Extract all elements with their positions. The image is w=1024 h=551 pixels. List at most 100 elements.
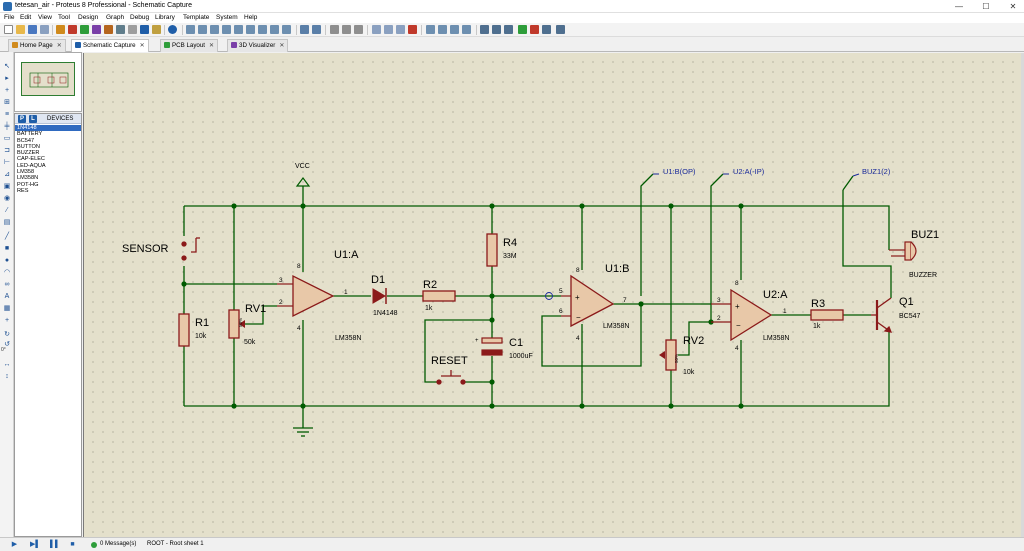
menu-system[interactable]: System <box>216 14 238 21</box>
minimize-button[interactable]: — <box>952 1 966 12</box>
tab-close-icon[interactable]: ✕ <box>57 43 62 49</box>
zoom-area-icon[interactable] <box>282 25 291 34</box>
terminal-icon[interactable]: ⊐ <box>2 146 12 155</box>
exit-parent-icon[interactable] <box>542 25 551 34</box>
menu-tool[interactable]: Tool <box>58 14 70 21</box>
paste-icon[interactable] <box>354 25 363 34</box>
subcircuit-icon[interactable]: ▭ <box>2 134 12 143</box>
probe-buz1[interactable]: BUZ1(2) <box>862 167 891 176</box>
text-icon[interactable]: A <box>2 292 12 301</box>
step-icon[interactable]: ▶▌ <box>30 541 40 549</box>
marker-icon[interactable]: + <box>2 316 12 325</box>
3d-icon[interactable] <box>92 25 101 34</box>
undo-icon[interactable] <box>300 25 309 34</box>
save-icon[interactable] <box>28 25 37 34</box>
arc-icon[interactable]: ◠ <box>2 268 12 277</box>
pcb-icon[interactable] <box>80 25 89 34</box>
overview-window[interactable] <box>14 52 82 112</box>
library-manager-button[interactable]: L <box>29 115 37 123</box>
code-icon[interactable] <box>128 25 137 34</box>
grid-icon[interactable] <box>198 25 207 34</box>
device-item[interactable]: RES <box>15 188 81 194</box>
copy-icon[interactable] <box>342 25 351 34</box>
menu-library[interactable]: Library <box>155 14 175 21</box>
block-delete-icon[interactable] <box>408 25 417 34</box>
pan-icon[interactable] <box>234 25 243 34</box>
r3-resistor[interactable] <box>810 309 844 321</box>
generator-icon[interactable]: ◉ <box>2 194 12 203</box>
mirror-x-icon[interactable]: ↔ <box>2 360 12 369</box>
tab-home-page[interactable]: Home Page ✕ <box>8 39 66 52</box>
schematic-icon[interactable] <box>68 25 77 34</box>
junction-dot-icon[interactable]: + <box>2 86 12 95</box>
vcc-terminal[interactable] <box>295 177 311 187</box>
voltage-probe-icon[interactable]: ⁄ <box>2 206 12 215</box>
q1-transistor[interactable] <box>871 297 893 333</box>
zoom-all-icon[interactable] <box>270 25 279 34</box>
origin-icon[interactable] <box>210 25 219 34</box>
tab-schematic-capture[interactable]: Schematic Capture ✕ <box>71 39 149 52</box>
schematic-editing-window[interactable]: VCC SENSOR R1 10k 50% RV1 50k 3 2 1 8 4 … <box>83 53 1021 537</box>
refresh-icon[interactable] <box>186 25 195 34</box>
graph-icon[interactable]: ⊿ <box>2 170 12 179</box>
sensor-switch[interactable] <box>181 237 200 261</box>
menu-template[interactable]: Template <box>183 14 209 21</box>
tab-close-icon[interactable]: ✕ <box>279 43 284 49</box>
new-sheet-icon[interactable] <box>518 25 527 34</box>
package-tool-icon[interactable] <box>462 25 471 34</box>
close-button[interactable]: ✕ <box>1006 1 1020 12</box>
probe-u1b-op[interactable]: U1:B(OP) <box>663 167 696 176</box>
menu-file[interactable]: File <box>4 14 14 21</box>
menu-design[interactable]: Design <box>78 14 98 21</box>
menu-debug[interactable]: Debug <box>130 14 149 21</box>
instrument-icon[interactable]: ▤ <box>2 218 12 227</box>
redo-icon[interactable] <box>312 25 321 34</box>
pause-icon[interactable]: ▌▌ <box>50 541 60 549</box>
reset-button-component[interactable] <box>436 370 466 385</box>
circle-icon[interactable]: ● <box>2 256 12 265</box>
crosshair-icon[interactable] <box>222 25 231 34</box>
gerber-icon[interactable] <box>104 25 113 34</box>
wire-label-icon[interactable]: ⊞ <box>2 98 12 107</box>
netlist-icon[interactable] <box>556 25 565 34</box>
c1-capacitor[interactable]: + <box>475 337 503 356</box>
tape-recorder-icon[interactable]: ▣ <box>2 182 12 191</box>
r1-resistor[interactable] <box>178 313 190 347</box>
rotate-clockwise-icon[interactable]: ↻ <box>2 330 12 339</box>
d1-diode[interactable] <box>372 288 386 304</box>
menu-edit[interactable]: Edit <box>20 14 31 21</box>
component-mode-icon[interactable]: ▸ <box>2 74 12 83</box>
pick-device-button[interactable]: P <box>18 115 26 123</box>
import-icon[interactable] <box>40 25 49 34</box>
zoom-out-icon[interactable] <box>258 25 267 34</box>
decompose-icon[interactable] <box>450 25 459 34</box>
message-count[interactable]: 0 Message(s) <box>100 541 136 547</box>
device-pin-icon[interactable]: ⊢ <box>2 158 12 167</box>
ground-symbol[interactable] <box>293 427 313 437</box>
zoom-in-icon[interactable] <box>246 25 255 34</box>
pick-device-icon[interactable] <box>426 25 435 34</box>
maximize-button[interactable]: ☐ <box>979 1 993 12</box>
selection-mode-icon[interactable]: ↖ <box>2 62 12 71</box>
buz1-buzzer[interactable] <box>889 241 917 261</box>
open-folder-icon[interactable] <box>16 25 25 34</box>
bom-icon[interactable] <box>116 25 125 34</box>
wire-autorouter-icon[interactable] <box>480 25 489 34</box>
text-script-icon[interactable]: ≡ <box>2 110 12 119</box>
cut-icon[interactable] <box>330 25 339 34</box>
tab-close-icon[interactable]: ✕ <box>140 43 145 49</box>
tab-3d-visualizer[interactable]: 3D Visualizer ✕ <box>227 39 289 52</box>
line-icon[interactable]: ╱ <box>2 232 12 241</box>
r2-resistor[interactable] <box>422 290 456 302</box>
home-icon[interactable] <box>56 25 65 34</box>
help-icon[interactable] <box>168 25 177 34</box>
u1a-opamp[interactable] <box>292 274 335 318</box>
mirror-y-icon[interactable]: ↕ <box>2 372 12 381</box>
bus-icon[interactable]: ╪ <box>2 122 12 131</box>
menu-view[interactable]: View <box>38 14 52 21</box>
debug-icon[interactable] <box>140 25 149 34</box>
r4-resistor[interactable] <box>486 233 498 267</box>
new-file-icon[interactable] <box>4 25 13 34</box>
symbol-icon[interactable]: ▦ <box>2 304 12 313</box>
probe-u2a-ip[interactable]: U2:A(-IP) <box>733 167 765 176</box>
